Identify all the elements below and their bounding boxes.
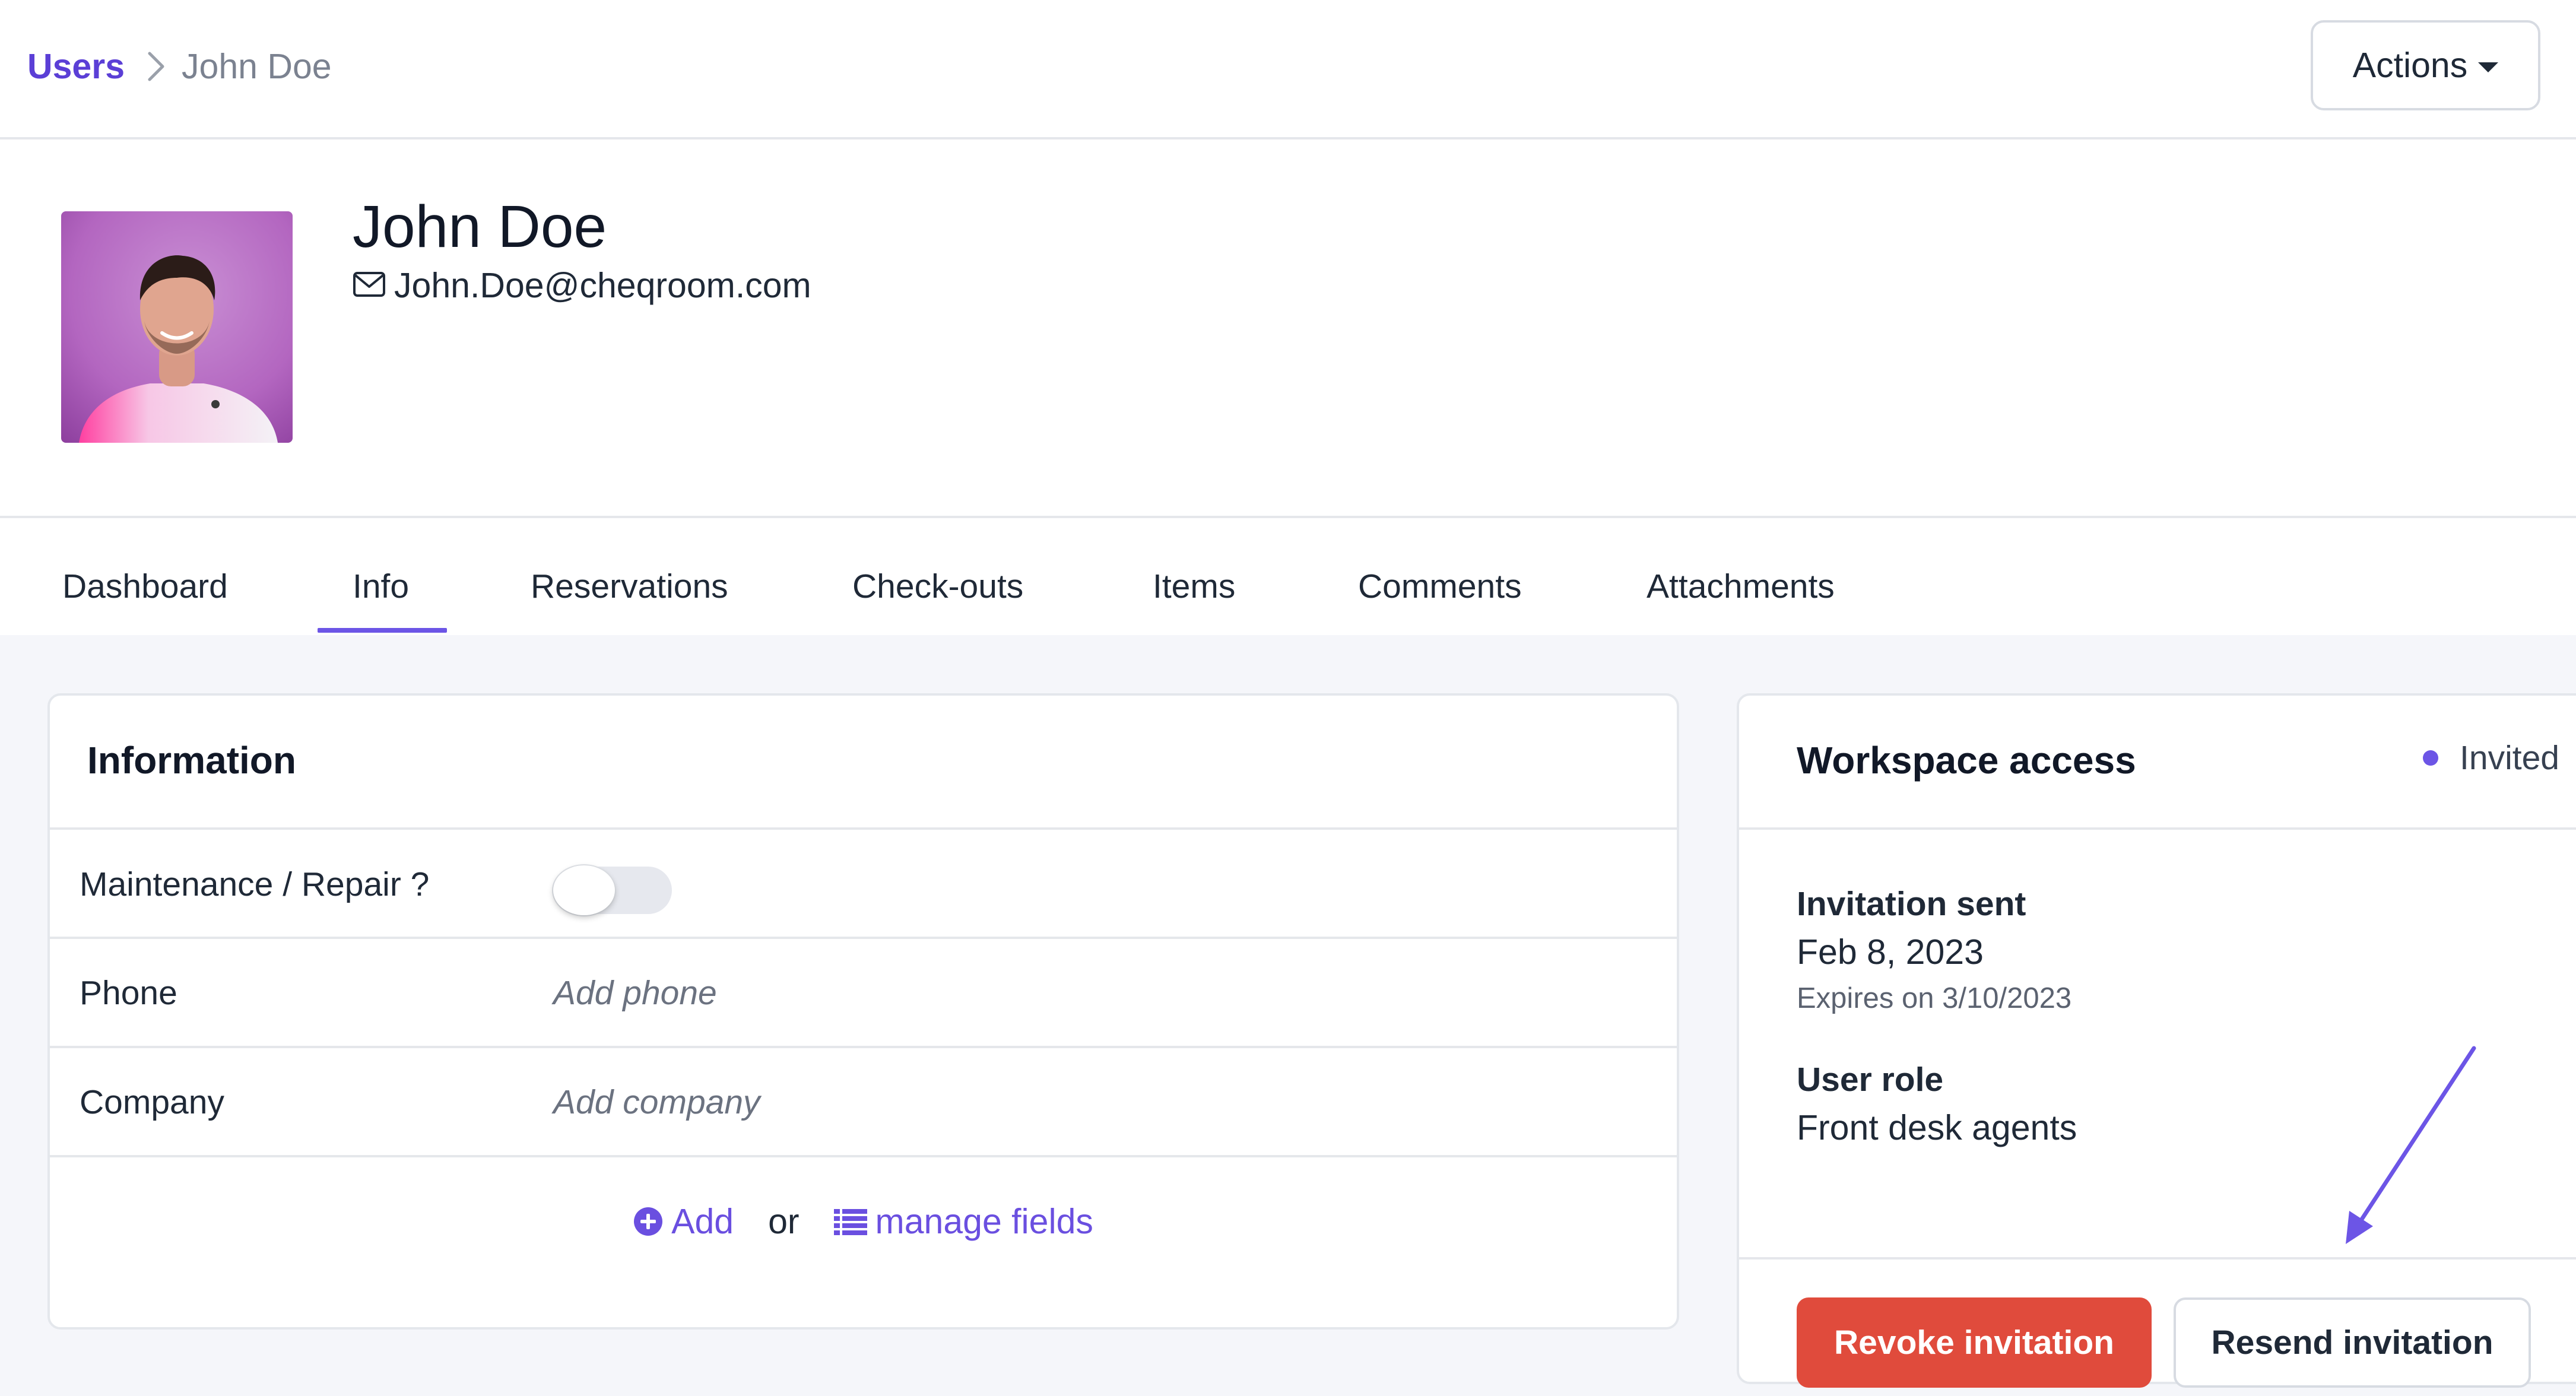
breadcrumb-users-link[interactable]: Users	[27, 46, 125, 87]
status-badge: Invited	[2423, 738, 2559, 778]
add-field-label: Add	[671, 1202, 734, 1241]
add-field-button[interactable]: Add	[633, 1201, 734, 1242]
profile-email: John.Doe@cheqroom.com	[353, 265, 811, 306]
tab-dashboard[interactable]: Dashboard	[62, 567, 228, 606]
or-text: or	[768, 1202, 800, 1241]
tab-items[interactable]: Items	[1153, 567, 1235, 606]
user-role-value: Front desk agents	[1797, 1108, 2077, 1147]
chevron-right-icon	[146, 51, 166, 82]
tab-info[interactable]: Info	[353, 567, 409, 606]
expiry-text: Expires on 3/10/2023	[1797, 982, 2072, 1014]
list-icon	[833, 1208, 867, 1235]
avatar	[61, 211, 293, 443]
status-dot-icon	[2423, 750, 2439, 766]
maintenance-toggle[interactable]	[553, 865, 672, 915]
tab-reservations[interactable]: Reservations	[531, 567, 728, 606]
caret-down-icon	[2478, 62, 2499, 72]
divider	[50, 827, 1677, 830]
content-area: Information Maintenance / Repair ? Phone…	[0, 635, 2576, 1396]
field-label-company: Company	[80, 1083, 224, 1121]
field-label-maintenance: Maintenance / Repair ?	[80, 865, 430, 903]
manage-fields-label: manage fields	[875, 1202, 1093, 1241]
invitation-date: Feb 8, 2023	[1797, 932, 1984, 972]
manage-fields-link[interactable]: manage fields	[833, 1201, 1093, 1242]
active-tab-indicator	[318, 628, 447, 633]
breadcrumb: Users John Doe	[27, 43, 332, 90]
workspace-access-title: Workspace access	[1797, 739, 2136, 782]
workspace-access-card: Workspace access Invited Invitation sent…	[1737, 693, 2576, 1388]
add-field-row: Add or manage fields	[50, 1157, 1677, 1286]
resend-invitation-button[interactable]: Resend invitation	[2174, 1297, 2531, 1388]
user-role-label: User role	[1797, 1061, 1944, 1099]
breadcrumb-current: John Doe	[182, 47, 332, 86]
envelope-icon	[353, 265, 394, 306]
profile-header: John Doe John.Doe@cheqroom.com	[0, 139, 2576, 518]
actions-button[interactable]: Actions	[2311, 20, 2540, 110]
tab-attachments[interactable]: Attachments	[1647, 567, 1835, 606]
divider	[1739, 827, 2576, 830]
status-text: Invited	[2460, 739, 2559, 777]
revoke-invitation-button[interactable]: Revoke invitation	[1797, 1297, 2152, 1388]
information-card: Information Maintenance / Repair ? Phone…	[47, 693, 1679, 1330]
actions-button-label: Actions	[2352, 46, 2468, 85]
toggle-knob	[553, 865, 615, 915]
user-detail-page: Users John Doe Actions John Doe John.Doe…	[0, 0, 2576, 1396]
invitation-sent-label: Invitation sent	[1797, 885, 2026, 923]
tab-bar: Dashboard Info Reservations Check-outs I…	[0, 521, 2576, 635]
tab-check-outs[interactable]: Check-outs	[852, 567, 1023, 606]
information-title: Information	[87, 739, 296, 782]
divider	[50, 1046, 1677, 1048]
profile-name: John Doe	[353, 193, 607, 260]
phone-field[interactable]: Add phone	[553, 973, 717, 1013]
plus-circle-icon	[633, 1207, 663, 1236]
top-bar: Users John Doe Actions	[0, 0, 2576, 139]
field-label-phone: Phone	[80, 974, 177, 1012]
divider	[50, 937, 1677, 939]
email-text[interactable]: John.Doe@cheqroom.com	[394, 265, 811, 306]
company-field[interactable]: Add company	[553, 1083, 760, 1122]
divider	[1739, 1257, 2576, 1259]
tab-comments[interactable]: Comments	[1358, 567, 1522, 606]
